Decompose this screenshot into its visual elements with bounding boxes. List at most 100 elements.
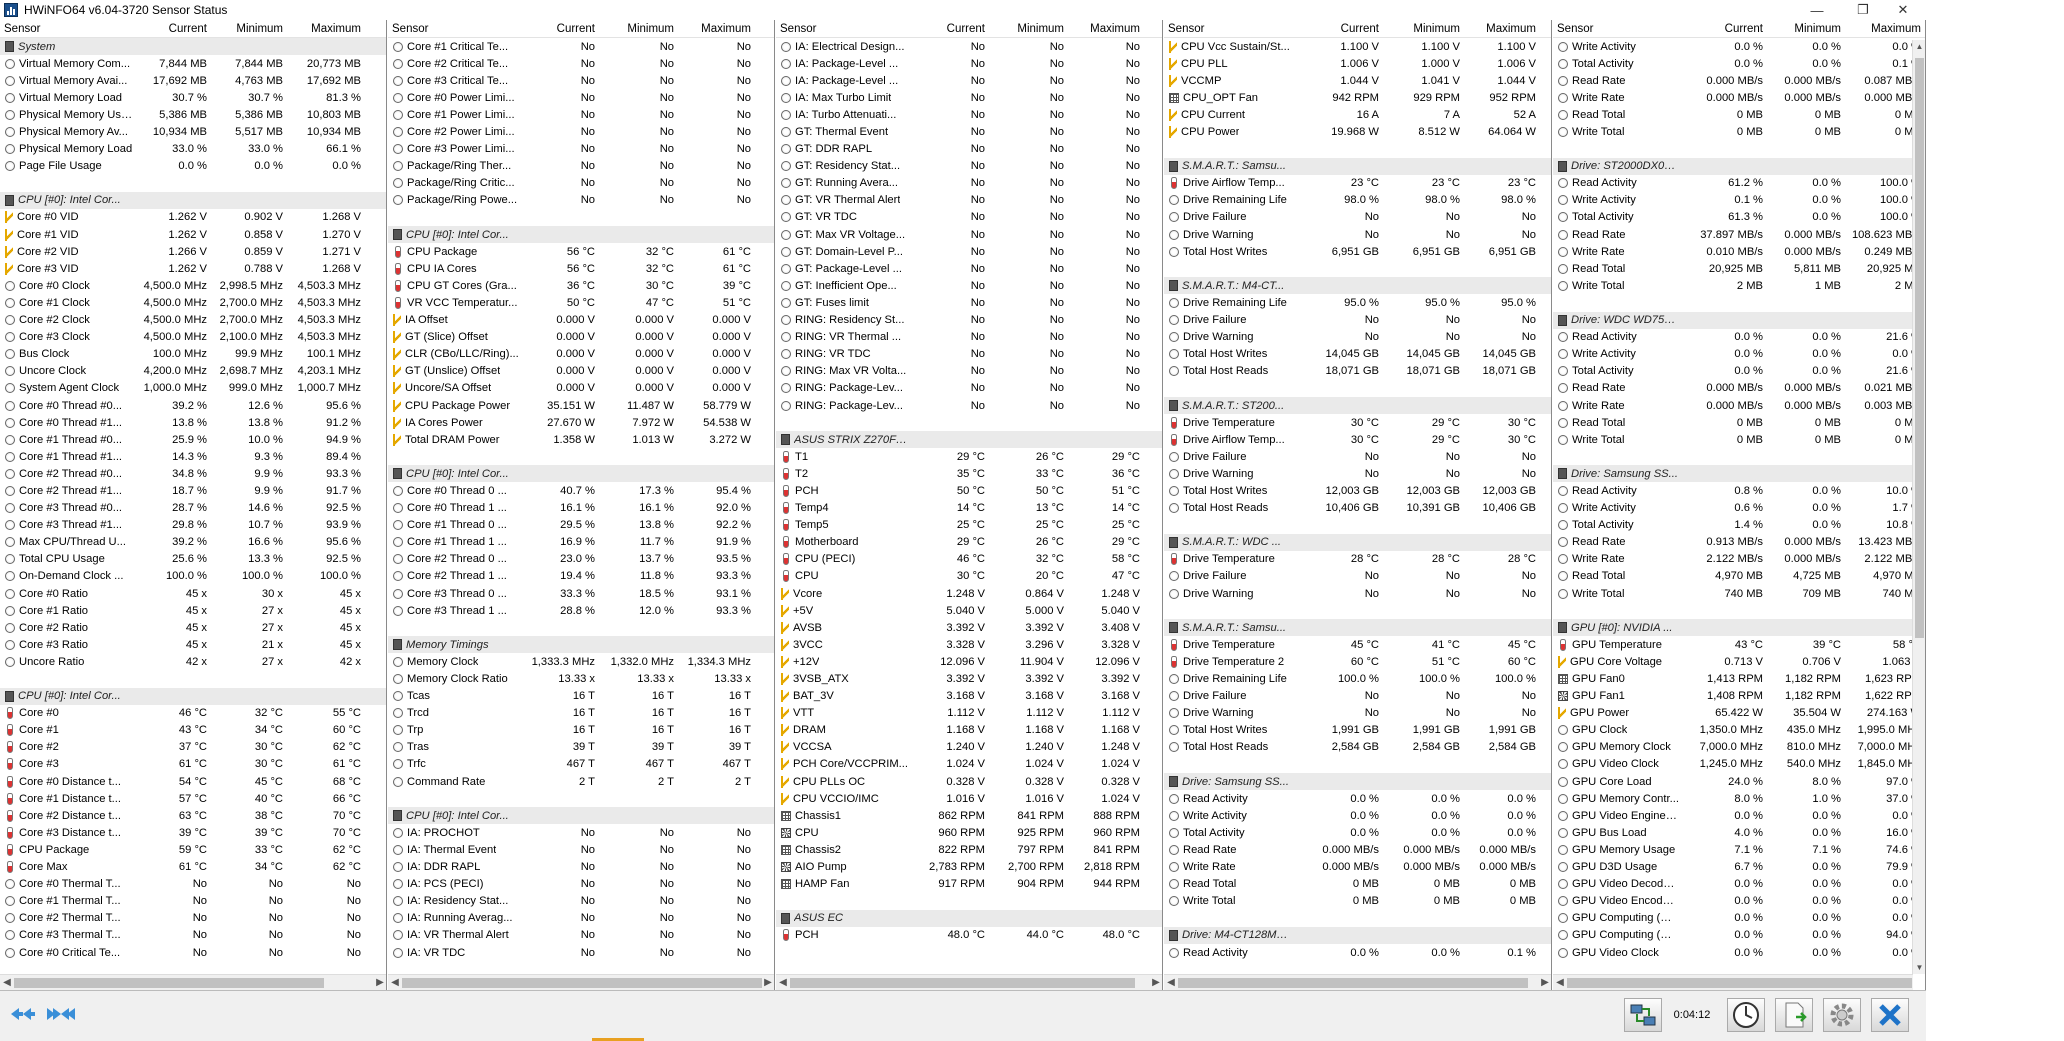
sensor-row[interactable]: Bus Clock 100.0 MHz 99.9 MHz 100.1 MHz <box>0 346 386 363</box>
close-window-button[interactable]: ✕ <box>1880 0 1926 20</box>
sensor-row[interactable]: IA Cores Power 27.670 W 7.972 W 54.538 W <box>388 414 774 431</box>
sensor-row[interactable]: Read Rate 37.897 MB/s 0.000 MB/s 108.623 MB… <box>1553 226 1925 243</box>
header-maximum[interactable]: Maximum <box>1845 23 1925 35</box>
sensor-row[interactable]: CPU Current 16 A 7 A 52 A <box>1164 106 1551 123</box>
sensor-row[interactable]: Core #1 Ratio 45 x 27 x 45 x <box>0 602 386 619</box>
sensor-group-row[interactable]: Drive: Samsung SS... <box>1164 773 1551 791</box>
sensor-row[interactable]: IA: Max Turbo Limit No No No <box>776 89 1162 106</box>
sensor-group-row[interactable]: Memory Timings <box>388 636 774 654</box>
sensor-row[interactable]: Read Rate 0.000 MB/s 0.000 MB/s 0.021 MB/s <box>1553 380 1925 397</box>
sensor-row[interactable]: Trfc 467 T 467 T 467 T <box>388 756 774 773</box>
header-current[interactable]: Current <box>908 23 989 35</box>
sensor-row[interactable]: Core #3 Thread #1... 29.8 % 10.7 % 93.9 % <box>0 517 386 534</box>
close-icon[interactable] <box>1871 998 1909 1032</box>
sensor-row[interactable]: Read Rate 0.913 MB/s 0.000 MB/s 13.423 MB/s <box>1553 534 1925 551</box>
sensor-row[interactable]: Core #1 Thermal T... No No No <box>0 893 386 910</box>
scroll-right-icon[interactable]: ▶ <box>1538 977 1551 988</box>
sensor-row[interactable]: GPU Fan1 1,408 RPM 1,182 RPM 1,622 RPM <box>1553 688 1925 705</box>
sensor-row[interactable]: Total Activity 0.0 % 0.0 % 0.1 % <box>1553 55 1925 72</box>
sensor-group-row[interactable]: Drive: Samsung SS... <box>1553 465 1925 483</box>
header-sensor[interactable]: Sensor <box>0 23 133 35</box>
sensor-group-row[interactable]: GPU [#0]: NVIDIA ... <box>1553 619 1925 637</box>
sensor-row[interactable]: Total Host Writes 6,951 GB 6,951 GB 6,951 G… <box>1164 243 1551 260</box>
sensor-row[interactable]: CPU IA Cores 56 °C 32 °C 61 °C <box>388 260 774 277</box>
sensor-row[interactable]: GPU Power 65.422 W 35.504 W 274.163 W <box>1553 705 1925 722</box>
sensor-row[interactable]: Core #2 VID 1.266 V 0.859 V 1.271 V <box>0 243 386 260</box>
scroll-left-icon[interactable]: ◀ <box>0 977 14 988</box>
sensor-row[interactable]: RING: VR Thermal ... No No No <box>776 329 1162 346</box>
scroll-track[interactable] <box>402 975 762 991</box>
sensor-row[interactable]: GPU Bus Load 4.0 % 0.0 % 16.0 % <box>1553 824 1925 841</box>
sensor-row[interactable]: VTT 1.112 V 1.112 V 1.112 V <box>776 705 1162 722</box>
header-maximum[interactable]: Maximum <box>1464 23 1540 35</box>
sensor-row[interactable]: Virtual Memory Load 30.7 % 30.7 % 81.3 % <box>0 89 386 106</box>
sensor-row[interactable]: RING: VR TDC No No No <box>776 346 1162 363</box>
sensor-row[interactable]: Package/Ring Critic... No No No <box>388 175 774 192</box>
sensor-row[interactable]: GT: Max VR Voltage... No No No <box>776 226 1162 243</box>
sensor-row[interactable]: GPU Temperature 43 °C 39 °C 58 °C <box>1553 636 1925 653</box>
sensor-row[interactable]: Page File Usage 0.0 % 0.0 % 0.0 % <box>0 158 386 175</box>
sensor-row[interactable]: Uncore/SA Offset 0.000 V 0.000 V 0.000 V <box>388 380 774 397</box>
sensor-row[interactable]: Drive Warning No No No <box>1164 329 1551 346</box>
sensor-row[interactable]: AIO Pump 2,783 RPM 2,700 RPM 2,818 RPM <box>776 859 1162 876</box>
sensor-row[interactable]: CPU 960 RPM 925 RPM 960 RPM <box>776 824 1162 841</box>
sensor-row[interactable]: Write Activity 0.0 % 0.0 % 0.0 % <box>1553 346 1925 363</box>
sensor-row[interactable]: Core #3 61 °C 30 °C 61 °C <box>0 756 386 773</box>
sensor-row[interactable]: Trp 16 T 16 T 16 T <box>388 722 774 739</box>
settings-button[interactable] <box>1823 998 1861 1032</box>
header-minimum[interactable]: Minimum <box>989 23 1068 35</box>
sensor-row[interactable]: Core #3 Power Limi... No No No <box>388 141 774 158</box>
sensor-row[interactable]: Total Activity 61.3 % 0.0 % 100.0 % <box>1553 209 1925 226</box>
sensor-row[interactable]: RING: Package-Lev... No No No <box>776 397 1162 414</box>
scroll-thumb[interactable] <box>1178 977 1528 988</box>
sensor-row[interactable]: CPU PLL 1.006 V 1.000 V 1.006 V <box>1164 55 1551 72</box>
sensor-row[interactable]: Write Rate 2.122 MB/s 0.000 MB/s 2.122 MB/s <box>1553 551 1925 568</box>
sensor-row[interactable]: Core #0 Thread 1 ... 16.1 % 16.1 % 92.0 % <box>388 500 774 517</box>
sensor-row[interactable]: GT: Inefficient Ope... No No No <box>776 277 1162 294</box>
sensor-row[interactable]: 3VSB_ATX 3.392 V 3.392 V 3.392 V <box>776 670 1162 687</box>
sensor-row[interactable]: Physical Memory Load 33.0 % 33.0 % 66.1 % <box>0 141 386 158</box>
sensor-row[interactable]: GPU Video Engine L... 0.0 % 0.0 % 0.0 % <box>1553 807 1925 824</box>
sensor-row[interactable]: Max CPU/Thread U... 39.2 % 16.6 % 95.6 % <box>0 534 386 551</box>
header-sensor[interactable]: Sensor <box>1553 23 1679 35</box>
sensor-row[interactable]: GT: VR TDC No No No <box>776 209 1162 226</box>
sensor-row[interactable]: Core #2 37 °C 30 °C 62 °C <box>0 739 386 756</box>
sensor-group-row[interactable]: ASUS STRIX Z270F ... <box>776 431 1162 449</box>
scroll-right-icon[interactable]: ▶ <box>761 977 774 988</box>
sensor-row[interactable]: Total Activity 0.0 % 0.0 % 0.0 % <box>1164 824 1551 841</box>
sensor-row[interactable]: Read Activity 0.0 % 0.0 % 0.0 % <box>1164 790 1551 807</box>
sensor-row[interactable]: GPU Video Clock 0.0 % 0.0 % 0.0 % <box>1553 944 1925 961</box>
sensor-row[interactable]: Package/Ring Powe... No No No <box>388 192 774 209</box>
sensor-row[interactable]: Read Activity 0.0 % 0.0 % 0.1 % <box>1164 944 1551 961</box>
scroll-track[interactable] <box>790 975 1149 991</box>
sensor-row[interactable]: Read Total 0 MB 0 MB 0 MB <box>1164 876 1551 893</box>
sensor-row[interactable]: Core #2 Thermal T... No No No <box>0 910 386 927</box>
sensor-row[interactable]: RING: Package-Lev... No No No <box>776 380 1162 397</box>
sensor-row[interactable]: Core #0 Thread #1... 13.8 % 13.8 % 91.2 % <box>0 414 386 431</box>
sensor-row[interactable]: Core #1 Thread #1... 14.3 % 9.3 % 89.4 % <box>0 448 386 465</box>
sensor-row[interactable]: Core Max 61 °C 34 °C 62 °C <box>0 859 386 876</box>
sensor-row[interactable]: CPU Power 19.968 W 8.512 W 64.064 W <box>1164 123 1551 140</box>
sensor-group-row[interactable]: S.M.A.R.T.: M4-CT... <box>1164 277 1551 295</box>
sensor-row[interactable]: Drive Warning No No No <box>1164 585 1551 602</box>
sensor-row[interactable]: Core #2 Thread 1 ... 19.4 % 11.8 % 93.3 % <box>388 568 774 585</box>
sensor-row[interactable]: Drive Remaining Life 100.0 % 100.0 % 100.0 … <box>1164 670 1551 687</box>
sensor-row[interactable]: Physical Memory Av... 10,934 MB 5,517 MB 10… <box>0 123 386 140</box>
sensor-row[interactable]: VR VCC Temperatur... 50 °C 47 °C 51 °C <box>388 294 774 311</box>
sensor-row[interactable]: Core #2 Critical Te... No No No <box>388 55 774 72</box>
horizontal-scrollbar[interactable]: ◀▶ <box>388 974 774 991</box>
sensor-row[interactable]: GPU Memory Clock 7,000.0 MHz 810.0 MHz 7,00… <box>1553 739 1925 756</box>
sensor-row[interactable]: Tcas 16 T 16 T 16 T <box>388 688 774 705</box>
nav-left-icon[interactable] <box>8 999 38 1029</box>
sensor-row[interactable]: Core #3 Thread 0 ... 33.3 % 18.5 % 93.1 % <box>388 585 774 602</box>
sensor-row[interactable]: PCH 50 °C 50 °C 51 °C <box>776 482 1162 499</box>
sensor-row[interactable]: Temp4 14 °C 13 °C 14 °C <box>776 500 1162 517</box>
header-minimum[interactable]: Minimum <box>211 23 287 35</box>
sensor-row[interactable]: GT: VR Thermal Alert No No No <box>776 192 1162 209</box>
sensor-row[interactable]: Core #3 Thermal T... No No No <box>0 927 386 944</box>
sensor-row[interactable]: Core #0 46 °C 32 °C 55 °C <box>0 705 386 722</box>
sensor-row[interactable]: Core #1 Distance t... 57 °C 40 °C 66 °C <box>0 790 386 807</box>
sensor-row[interactable]: VCCMP 1.044 V 1.041 V 1.044 V <box>1164 72 1551 89</box>
sensor-row[interactable]: Core #1 43 °C 34 °C 60 °C <box>0 722 386 739</box>
scroll-thumb[interactable] <box>790 977 1135 988</box>
